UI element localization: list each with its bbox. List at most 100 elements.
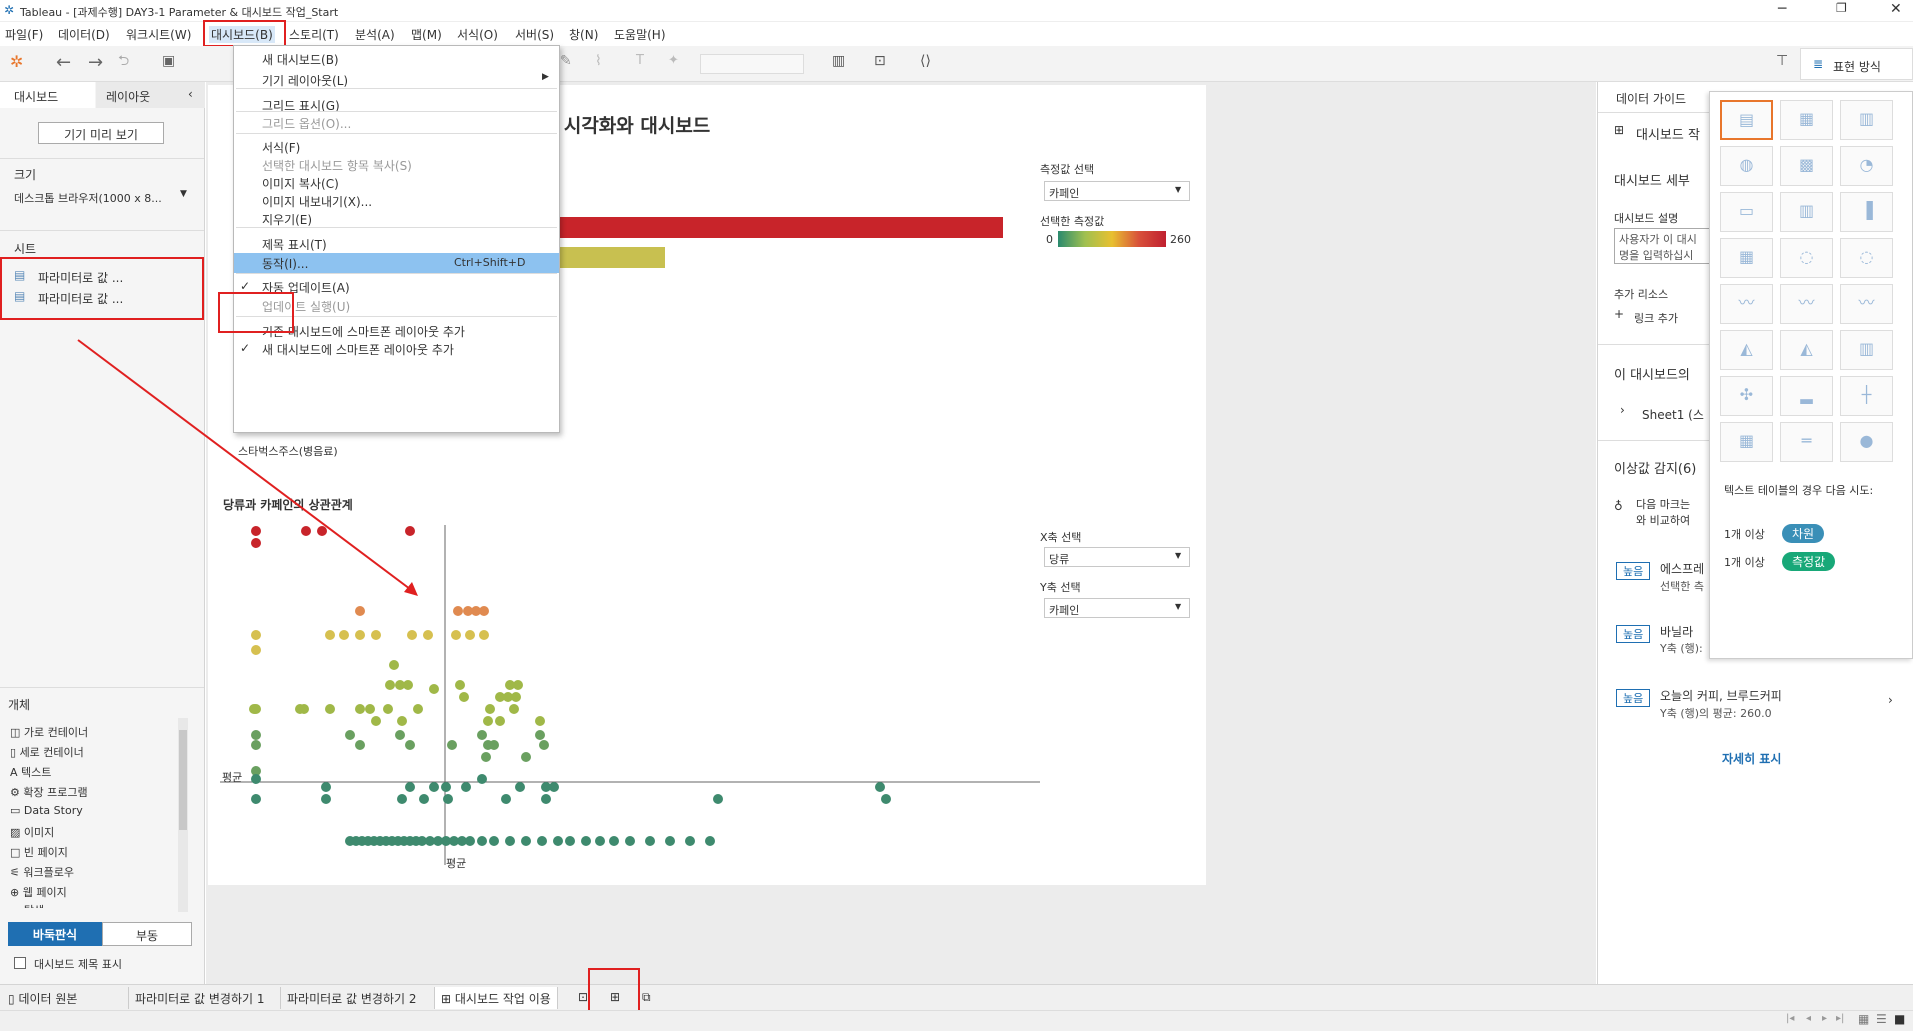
chart-type-icon: ▦ [1798, 109, 1815, 128]
menu-item[interactable]: 제목 표시(T) [234, 234, 559, 254]
dashboard-item: 대시보드 작 [1636, 128, 1700, 143]
sheet-tabs-bar: ▯ 데이터 원본 파라미터로 값 변경하기 1 파라미터로 값 변경하기 2 ⊞… [0, 984, 1913, 1010]
menu-separator [236, 133, 557, 134]
tab-param-2[interactable]: 파라미터로 값 변경하기 2 [280, 987, 422, 1009]
chart-type-icon: ▤ [1738, 110, 1755, 129]
chart-type-icon: ▥ [1858, 339, 1875, 358]
chart-type-option[interactable]: ▥ [1780, 192, 1833, 232]
chart-type-option[interactable]: ◌ [1840, 238, 1893, 278]
status-bar: |◂ ◂ ▸ ▸| ▦ ☰ ■ [0, 1010, 1913, 1031]
chart-type-option[interactable]: ◭ [1780, 330, 1833, 370]
desc-input[interactable]: 사용자가 이 대시 명을 입력하십시 [1614, 228, 1724, 264]
dashboard-menu: 새 대시보드(B) 기기 레이아웃(L) ▶ 그리드 표시(G) 그리드 옵션(O)..… [233, 45, 560, 433]
chart-type-icon: ◭ [1740, 339, 1753, 358]
chart-type-option[interactable]: ▥ [1840, 330, 1893, 370]
checkmark-icon: ✓ [240, 341, 251, 355]
menu-item[interactable]: ✓ 새 대시보드에 스마트폰 레이아웃 추가 [234, 339, 559, 359]
measure-pill: 측정값 [1782, 552, 1836, 571]
chart-type-option[interactable]: ▦ [1780, 100, 1833, 140]
menu-item-label: 이미지 복사(C) [262, 177, 339, 191]
chart-type-option[interactable]: ┼ [1840, 376, 1893, 416]
high-badge: 높음 [1616, 689, 1651, 707]
chart-type-option[interactable]: ◌ [1780, 238, 1833, 278]
outlier-title[interactable]: 바닐라 [1660, 623, 1693, 640]
menu-item-label: 이미지 내보내기(X)... [262, 195, 373, 209]
nav-last-icon[interactable]: ▸| [1836, 1014, 1844, 1024]
chart-type-option[interactable]: ✣ [1720, 376, 1773, 416]
chart-type-option[interactable]: ▐ [1840, 192, 1893, 232]
chevron-right-icon[interactable]: › [1620, 404, 1625, 416]
menu-separator [236, 273, 557, 274]
chart-type-option[interactable]: ◭ [1720, 330, 1773, 370]
add-link[interactable]: 링크 추가 [1634, 310, 1678, 326]
new-worksheet-icon[interactable]: ⊡ [578, 991, 588, 1003]
chart-type-icon: ▂ [1800, 385, 1813, 404]
nav-first-icon[interactable]: |◂ [1786, 1014, 1794, 1024]
high-badge: 높음 [1616, 562, 1651, 580]
chart-type-option[interactable]: ◔ [1840, 146, 1893, 186]
resources-label: 추가 리소스 [1614, 288, 1669, 301]
plus-icon[interactable]: + [1614, 308, 1624, 320]
menu-item[interactable]: 서식(F) [234, 137, 559, 157]
chart-type-option[interactable]: ▩ [1780, 146, 1833, 186]
chart-type-option[interactable]: 〰 [1840, 284, 1893, 324]
menu-item[interactable]: 이미지 복사(C) [234, 173, 559, 193]
chart-type-option[interactable]: ▤ [1720, 100, 1773, 140]
menu-item[interactable]: 새 대시보드(B) [234, 49, 559, 69]
tip-text: 와 비교하여 [1636, 514, 1691, 527]
outlier-sub: Y축 (행)의 평균: 260.0 [1660, 707, 1772, 720]
chart-type-icon: ● [1859, 431, 1874, 450]
high-badge: 높음 [1616, 625, 1651, 643]
chart-type-option[interactable]: ▭ [1720, 192, 1773, 232]
chart-type-option[interactable]: ● [1840, 422, 1893, 462]
chart-type-option[interactable]: 〰 [1720, 284, 1773, 324]
tab-param-1[interactable]: 파라미터로 값 변경하기 1 [128, 987, 270, 1009]
sheet1-item[interactable]: Sheet1 (스 [1642, 406, 1704, 423]
menu-item[interactable]: 지우기(E) [234, 209, 559, 229]
tab-label: 파라미터로 값 변경하기 2 [287, 992, 417, 1006]
dimension-pill: 차원 [1782, 524, 1825, 543]
menu-separator [236, 111, 557, 112]
tab-dashboard-action[interactable]: ⊞ 대시보드 작업 이용 [434, 987, 558, 1009]
chart-type-icon: ◌ [1859, 247, 1874, 266]
nav-prev-icon[interactable]: ◂ [1806, 1014, 1811, 1024]
detail-label: 대시보드 세부 [1614, 174, 1690, 189]
nav-next-icon[interactable]: ▸ [1822, 1014, 1827, 1024]
outlier-title[interactable]: 에스프레 [1660, 560, 1704, 577]
desc-placeholder: 명을 입력하십시 [1619, 249, 1694, 262]
chart-type-icon: ◭ [1800, 339, 1813, 358]
chevron-right-icon[interactable]: › [1888, 694, 1893, 706]
menu-item-label: 기기 레이아웃(L) [262, 74, 349, 88]
outlier-sub: Y축 (행): [1660, 642, 1703, 655]
chart-type-option[interactable]: 〰 [1780, 284, 1833, 324]
chart-type-option[interactable]: ▂ [1780, 376, 1833, 416]
chart-type-option[interactable]: ▦ [1720, 238, 1773, 278]
outlier-title[interactable]: 오늘의 커피, 브루드커피 [1660, 687, 1782, 704]
new-story-icon[interactable]: ⧉ [642, 991, 651, 1003]
menu-item[interactable]: 동작(I)... Ctrl+Shift+D [234, 253, 559, 273]
show-me-gallery: ▤ ▦ ▥ ◍ ▩ ◔ ▭ ▥ ▐ ▦ ◌ ◌ 〰 〰 〰 ◭ ◭ ▥ ✣ ▂ ┼ ▦ ═ ● 텍스트 테이블의 경우 다음 … [1709, 91, 1913, 659]
menu-item: 그리드 옵션(O)... [234, 113, 559, 133]
chart-type-option[interactable]: ═ [1780, 422, 1833, 462]
menu-item[interactable]: 기기 레이아웃(L) ▶ [234, 70, 559, 90]
menu-item-label: 새 대시보드(B) [262, 53, 339, 67]
chart-type-icon: ▐ [1860, 201, 1873, 220]
this-dashboard-label: 이 대시보드의 [1614, 368, 1690, 383]
chart-type-icon: ◔ [1859, 155, 1874, 174]
menu-item[interactable]: 그리드 표시(G) [234, 95, 559, 115]
menu-item[interactable]: 이미지 내보내기(X)... [234, 191, 559, 211]
chart-type-icon: ▦ [1738, 247, 1755, 266]
grid-view-icon[interactable]: ▦ [1858, 1013, 1869, 1025]
chart-type-option[interactable]: ▦ [1720, 422, 1773, 462]
chart-type-icon: ▥ [1858, 109, 1875, 128]
chart-type-option[interactable]: ◍ [1720, 146, 1773, 186]
action-item-highlight [218, 292, 294, 333]
film-view-icon[interactable]: ■ [1894, 1013, 1905, 1025]
outlier-sub: 선택한 측 [1660, 580, 1704, 593]
list-view-icon[interactable]: ☰ [1876, 1013, 1887, 1025]
checkmark-icon: ✓ [240, 279, 251, 293]
show-more-link[interactable]: 자세히 표시 [1722, 750, 1781, 767]
chart-type-option[interactable]: ▥ [1840, 100, 1893, 140]
tab-data-source[interactable]: ▯ 데이터 원본 [2, 987, 83, 1009]
dashboard-icon: ⊞ [1614, 123, 1625, 137]
